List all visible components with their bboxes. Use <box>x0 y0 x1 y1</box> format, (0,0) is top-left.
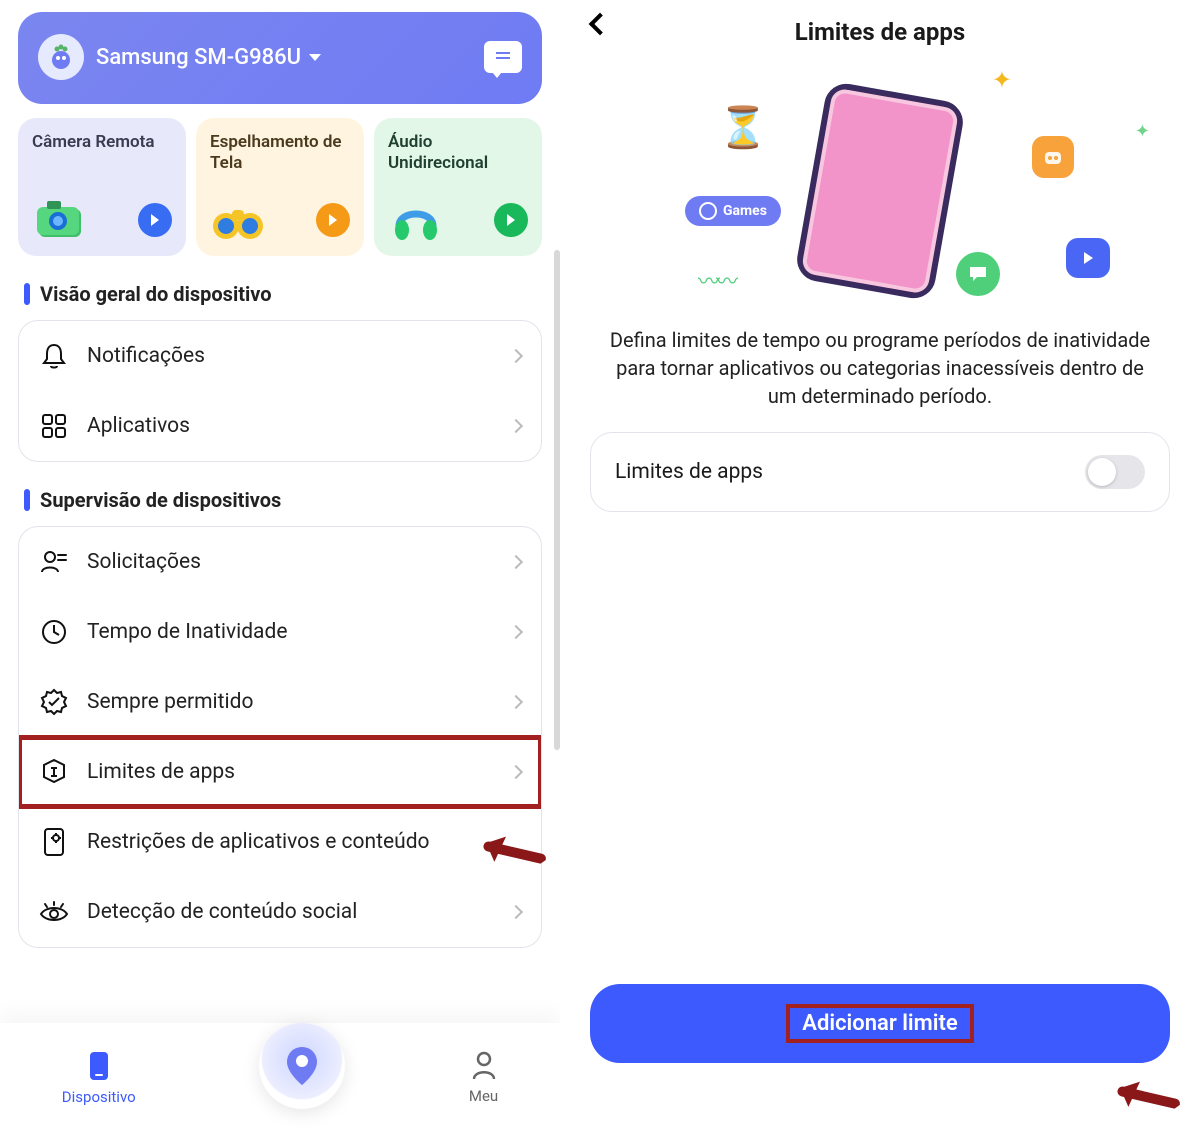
section-header-overview: Visão geral do dispositivo <box>0 256 560 320</box>
caret-down-icon <box>309 54 321 61</box>
app-limits-toggle[interactable] <box>1085 455 1145 489</box>
row-label: Aplicativos <box>87 414 190 438</box>
clock-icon <box>39 617 69 647</box>
robot-icon <box>1032 136 1074 178</box>
binoculars-icon <box>210 196 266 244</box>
row-restrictions[interactable]: Restrições de aplicativos e conteúdo <box>19 807 541 877</box>
chevron-right-icon <box>509 625 523 639</box>
annotation-highlight: Adicionar limite <box>786 1004 973 1043</box>
nav-location[interactable] <box>259 1023 345 1109</box>
row-apps[interactable]: Aplicativos <box>19 391 541 461</box>
go-icon <box>494 203 528 237</box>
pin-icon <box>285 1045 319 1087</box>
description-text: Defina limites de tempo ou programe perí… <box>590 326 1170 432</box>
bell-icon <box>39 341 69 371</box>
headphones-icon <box>388 196 444 244</box>
device-settings-icon <box>39 827 69 857</box>
left-pane: Samsung SM-G986U Câmera Remota Espelhame… <box>0 0 560 1133</box>
right-pane: Limites de apps ✦ ✦ ⏳ Games 〰〰 Defina li… <box>560 0 1200 1133</box>
avatar[interactable] <box>38 34 84 80</box>
section-title: Visão geral do dispositivo <box>40 282 272 306</box>
toggle-knob <box>1088 458 1116 486</box>
row-downtime[interactable]: Tempo de Inatividade <box>19 597 541 667</box>
row-notifications[interactable]: Notificações <box>19 321 541 391</box>
nav-label: Meu <box>469 1087 498 1105</box>
annotation-arrow <box>1108 1056 1182 1132</box>
row-label: Restrições de aplicativos e conteúdo <box>87 830 430 854</box>
device-name-text: Samsung SM-G986U <box>96 45 301 70</box>
app-limit-icon <box>39 757 69 787</box>
row-requests[interactable]: Solicitações <box>19 527 541 597</box>
back-button[interactable] <box>589 13 612 36</box>
overview-list: Notificações Aplicativos <box>18 320 542 462</box>
row-label: Limites de apps <box>87 760 235 784</box>
toggle-label: Limites de apps <box>615 460 763 484</box>
feature-label: Espelhamento de Tela <box>210 132 350 182</box>
feature-row: Câmera Remota Espelhamento de Tela <box>0 118 560 256</box>
app-limits-toggle-row: Limites de apps <box>590 432 1170 512</box>
row-label: Tempo de Inatividade <box>87 620 287 644</box>
right-header: Limites de apps <box>590 0 1170 56</box>
nav-me[interactable]: Meu <box>469 1051 498 1105</box>
feature-screen-mirror[interactable]: Espelhamento de Tela <box>196 118 364 256</box>
phone-illustration <box>794 80 967 301</box>
chevron-right-icon <box>509 555 523 569</box>
play-icon <box>1066 238 1110 278</box>
chevron-right-icon <box>509 905 523 919</box>
row-app-limits[interactable]: Limites de apps <box>19 737 541 807</box>
supervision-list: Solicitações Tempo de Inatividade Sempre… <box>18 526 542 948</box>
device-header: Samsung SM-G986U <box>18 12 542 104</box>
chevron-right-icon <box>509 695 523 709</box>
request-icon <box>39 547 69 577</box>
section-bar-icon <box>24 489 30 511</box>
illustration: ✦ ✦ ⏳ Games 〰〰 <box>590 56 1170 326</box>
sparkle-icon: ✦ <box>992 66 1012 94</box>
row-label: Solicitações <box>87 550 201 574</box>
chevron-right-icon <box>509 349 523 363</box>
row-social-detection[interactable]: Detecção de conteúdo social <box>19 877 541 947</box>
person-icon <box>471 1051 497 1081</box>
feature-one-way-audio[interactable]: Áudio Unidirecional <box>374 118 542 256</box>
chevron-right-icon <box>509 419 523 433</box>
device-icon <box>86 1050 112 1082</box>
apps-grid-icon <box>39 411 69 441</box>
sparkle-icon: ✦ <box>1135 121 1150 142</box>
bottom-nav: Dispositivo Meu <box>0 1023 560 1133</box>
nav-device[interactable]: Dispositivo <box>62 1050 136 1106</box>
games-pill: Games <box>685 196 781 226</box>
row-always-allowed[interactable]: Sempre permitido <box>19 667 541 737</box>
feature-label: Áudio Unidirecional <box>388 132 528 182</box>
button-label: Adicionar limite <box>802 1011 957 1036</box>
camera-icon <box>32 196 88 244</box>
squiggle-icon: 〰〰 <box>698 264 734 296</box>
row-label: Detecção de conteúdo social <box>87 900 357 924</box>
add-limit-button[interactable]: Adicionar limite <box>590 984 1170 1063</box>
seal-check-icon <box>39 687 69 717</box>
go-icon <box>316 203 350 237</box>
feature-remote-camera[interactable]: Câmera Remota <box>18 118 186 256</box>
chevron-right-icon <box>509 765 523 779</box>
eye-icon <box>39 897 69 927</box>
chat-icon[interactable] <box>484 41 522 73</box>
page-title: Limites de apps <box>795 18 965 46</box>
section-bar-icon <box>24 283 30 305</box>
row-label: Notificações <box>87 344 205 368</box>
section-title: Supervisão de dispositivos <box>40 488 281 512</box>
device-selector[interactable]: Samsung SM-G986U <box>96 45 472 70</box>
go-icon <box>138 203 172 237</box>
hourglass-icon: ⏳ <box>718 104 768 151</box>
section-header-supervision: Supervisão de dispositivos <box>0 462 560 526</box>
nav-label: Dispositivo <box>62 1088 136 1106</box>
row-label: Sempre permitido <box>87 690 253 714</box>
chat-bubble-icon <box>956 252 1000 296</box>
feature-label: Câmera Remota <box>32 132 172 182</box>
